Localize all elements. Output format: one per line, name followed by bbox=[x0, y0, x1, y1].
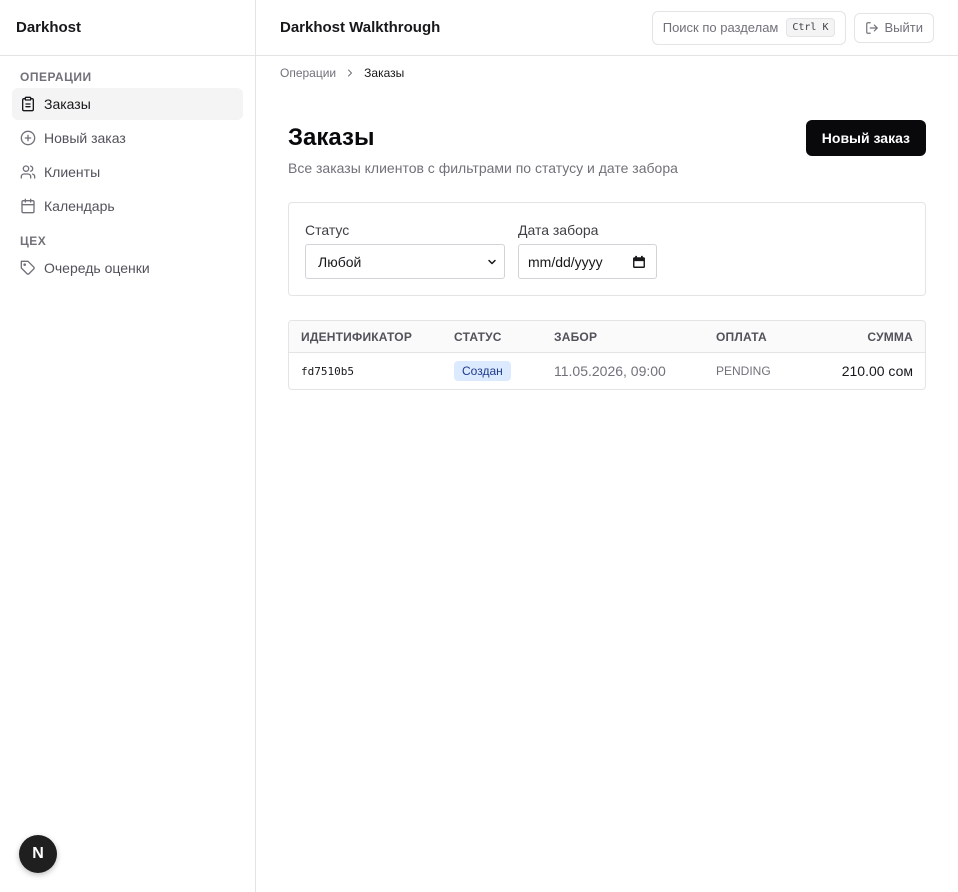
search-button[interactable]: Поиск по разделам Ctrl K bbox=[651, 10, 846, 45]
section-title-operations: ОПЕРАЦИИ bbox=[20, 70, 92, 84]
breadcrumb-parent[interactable]: Операции bbox=[280, 66, 336, 80]
sidebar-item-label: Клиенты bbox=[44, 164, 101, 180]
payment-status: PENDING bbox=[716, 364, 771, 378]
app-root: Darkhost ОПЕРАЦИИ Заказы Новый заказ Кли… bbox=[0, 0, 958, 892]
tag-icon bbox=[20, 260, 36, 276]
pickup-date-input[interactable]: mm/dd/yyyy bbox=[518, 244, 657, 279]
status-filter-label: Статус bbox=[305, 222, 350, 238]
breadcrumb: Операции Заказы bbox=[280, 64, 404, 82]
page-title: Заказы bbox=[288, 124, 375, 151]
column-header-amount[interactable]: СУММА bbox=[806, 330, 925, 344]
nav-section-operations: ОПЕРАЦИИ Заказы Новый заказ Клиенты Кале… bbox=[0, 56, 255, 284]
clipboard-icon bbox=[20, 96, 36, 112]
brand-title: Darkhost bbox=[0, 0, 255, 56]
title-row: Заказы Все заказы клиентов с фильтрами п… bbox=[288, 120, 926, 176]
sidebar-item-orders[interactable]: Заказы bbox=[12, 88, 243, 120]
sidebar-item-new-order[interactable]: Новый заказ bbox=[12, 122, 243, 154]
breadcrumb-current: Заказы bbox=[364, 66, 405, 80]
new-order-button[interactable]: Новый заказ bbox=[805, 120, 926, 156]
section-title-workshop: ЦЕХ bbox=[20, 234, 47, 248]
column-header-status[interactable]: СТАТУС bbox=[454, 330, 554, 344]
status-select[interactable]: Любой bbox=[305, 244, 505, 279]
order-id[interactable]: fd7510b5 bbox=[289, 365, 454, 378]
top-header: Darkhost Walkthrough Поиск по разделам C… bbox=[256, 0, 958, 56]
sidebar-item-label: Новый заказ bbox=[44, 130, 126, 146]
sidebar-item-label: Календарь bbox=[44, 198, 115, 214]
pickup-datetime: 11.05.2026, 09:00 bbox=[554, 363, 666, 379]
sidebar-item-label: Очередь оценки bbox=[44, 260, 150, 276]
column-header-id[interactable]: ИДЕНТИФИКАТОР bbox=[289, 330, 454, 344]
logout-label: Выйти bbox=[884, 20, 924, 35]
status-select-value: Любой bbox=[318, 253, 362, 270]
search-label: Поиск по разделам bbox=[662, 20, 779, 35]
sidebar-item-clients[interactable]: Клиенты bbox=[12, 156, 243, 188]
date-filter-label: Дата забора bbox=[518, 222, 599, 238]
title-block: Заказы Все заказы клиентов с фильтрами п… bbox=[288, 120, 678, 176]
logout-icon bbox=[865, 21, 879, 35]
sidebar-item-calendar[interactable]: Календарь bbox=[12, 190, 243, 222]
plus-circle-icon bbox=[20, 130, 36, 146]
column-header-pickup[interactable]: ЗАБОР bbox=[554, 330, 716, 344]
page-subtitle: Все заказы клиентов с фильтрами по стату… bbox=[288, 160, 678, 176]
header-title: Darkhost Walkthrough bbox=[280, 19, 441, 36]
framework-badge[interactable]: N bbox=[19, 835, 57, 873]
chevron-down-icon bbox=[486, 256, 498, 268]
status-filter: Статус Любой bbox=[305, 219, 505, 279]
date-filter: Дата забора mm/dd/yyyy bbox=[518, 219, 657, 279]
users-icon bbox=[20, 164, 36, 180]
status-badge: Создан bbox=[454, 361, 511, 381]
sidebar: Darkhost ОПЕРАЦИИ Заказы Новый заказ Кли… bbox=[0, 0, 256, 892]
search-shortcut: Ctrl K bbox=[786, 18, 835, 37]
table-header: ИДЕНТИФИКАТОР СТАТУС ЗАБОР ОПЛАТА СУММА bbox=[289, 321, 925, 353]
chevron-right-icon bbox=[344, 67, 356, 79]
sidebar-item-evaluation-queue[interactable]: Очередь оценки bbox=[12, 252, 243, 284]
table-row[interactable]: fd7510b5 Создан 11.05.2026, 09:00 PENDIN… bbox=[289, 353, 925, 389]
calendar-picker-icon[interactable] bbox=[632, 255, 646, 269]
order-amount: 210.00 сом bbox=[841, 363, 913, 379]
date-placeholder: mm/dd/yyyy bbox=[528, 253, 603, 270]
filters-panel: Статус Любой Дата забора mm/dd/yyyy bbox=[288, 202, 926, 296]
main-content: Заказы Все заказы клиентов с фильтрами п… bbox=[288, 120, 926, 390]
logout-button[interactable]: Выйти bbox=[853, 12, 934, 43]
sidebar-item-label: Заказы bbox=[44, 96, 91, 112]
column-header-payment[interactable]: ОПЛАТА bbox=[716, 330, 806, 344]
orders-table: ИДЕНТИФИКАТОР СТАТУС ЗАБОР ОПЛАТА СУММА … bbox=[288, 320, 926, 390]
calendar-icon bbox=[20, 198, 36, 214]
